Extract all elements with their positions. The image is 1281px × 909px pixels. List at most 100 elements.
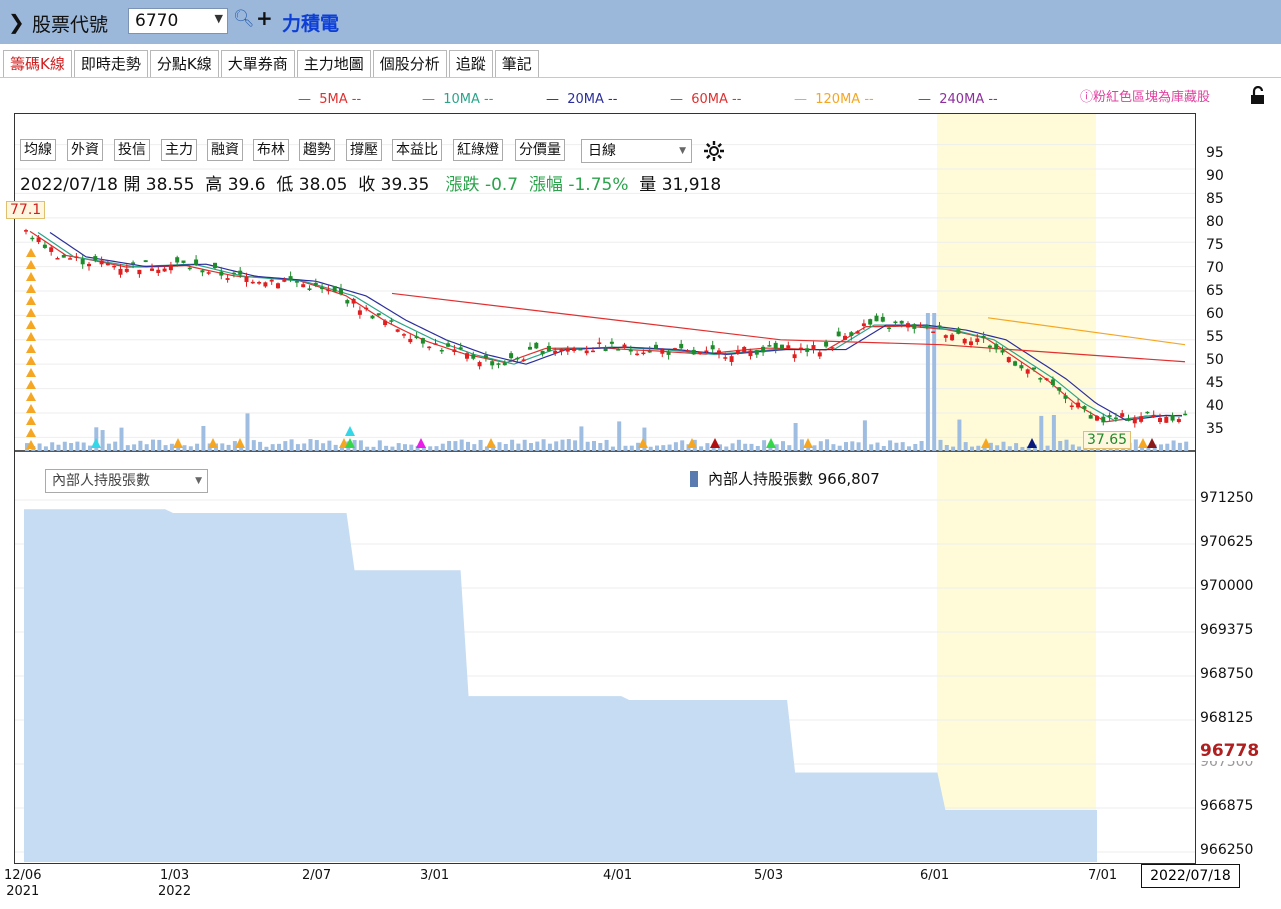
btn-ma[interactable]: 均線 [20,139,56,161]
volume-bar [529,443,533,451]
btn-trend[interactable]: 趨勢 [299,139,335,161]
volume-bar [447,440,452,451]
candle [288,276,293,281]
btn-margin[interactable]: 融資 [207,139,243,161]
candle [496,363,501,365]
treasury-highlight [937,114,1096,862]
volume-bar [75,441,80,451]
volume-bar [466,441,470,451]
volume-bar [736,439,741,451]
volume-bar [81,442,86,451]
candle [824,342,829,347]
btn-bollinger[interactable]: 布林 [253,139,289,161]
candle [1183,413,1188,416]
candle [679,343,684,349]
candle [200,270,205,273]
btn-foreign[interactable]: 外資 [67,139,103,161]
volume-bar [705,443,710,451]
candle [817,352,822,357]
candle [156,269,161,273]
x-tick: 7/01 [1088,868,1118,883]
btn-main[interactable]: 主力 [161,139,197,161]
insider-tick: 970625 [1200,534,1254,550]
candle [1107,415,1112,417]
chart-svg[interactable] [0,0,1281,909]
price-tick: 45 [1206,375,1224,391]
candle [1170,414,1175,421]
candle [1088,415,1093,419]
price-tick: 40 [1206,398,1224,414]
period-select[interactable]: 日線 ▼ [581,139,692,163]
insider-tick: 966250 [1200,842,1254,858]
volume-bar [667,444,672,451]
candle [408,338,413,343]
volume-bar [648,446,653,451]
volume-bar [1177,442,1182,451]
signal-marker [26,344,36,353]
price-tick: 75 [1206,237,1224,253]
candle [1164,417,1169,423]
volume-bar [566,439,571,451]
candle [937,325,942,327]
volume-bar [220,443,225,451]
volume-bar [869,444,874,451]
price-tick: 80 [1206,214,1224,230]
volume-bar [1058,440,1063,451]
price-tick: 60 [1206,306,1224,322]
candle [578,348,583,351]
signal-marker [173,438,183,448]
volume-bar [289,439,294,451]
dropdown-arrow-icon: ▼ [195,476,202,486]
btn-price-volume[interactable]: 分價量 [515,139,565,161]
volume-bar [951,446,956,451]
volume-bar [610,446,615,451]
volume-bar [560,439,565,451]
quote-low: 38.05 [298,175,348,195]
volume-bar [592,440,596,451]
candle [194,259,199,265]
candle [861,323,866,327]
signal-marker [710,438,720,448]
btn-pe[interactable]: 本益比 [392,139,442,161]
volume-bar [270,444,275,451]
candle [717,350,721,354]
candle [458,347,463,350]
candle [528,346,532,350]
candle [61,254,66,258]
volume-bar [264,446,269,451]
btn-traffic-light[interactable]: 紅綠燈 [453,139,503,161]
btn-support[interactable]: 撐壓 [346,139,382,161]
candle [811,345,816,350]
candle [357,310,362,315]
candle [792,354,797,359]
btn-trust[interactable]: 投信 [114,139,150,161]
volume-bar [88,445,92,451]
volume-bar [573,440,578,451]
price-tick: 55 [1206,329,1224,345]
candle [383,320,388,326]
volume-bar [503,443,508,451]
volume-bar [195,443,200,451]
candle [105,263,110,266]
volume-bar [201,425,206,451]
candle [553,350,558,354]
volume-bar [132,444,137,451]
candle [994,344,999,350]
insider-tick: 971250 [1200,490,1254,506]
volume-bar [302,443,307,451]
quote-pct: -1.75% [568,175,629,195]
signal-marker [26,296,36,305]
signal-marker [1147,438,1157,448]
candle [80,258,85,265]
volume-bar [655,445,659,451]
price-tick: 95 [1206,145,1224,161]
candle [773,342,778,349]
candle [1120,413,1125,417]
volume-bar [862,420,867,451]
insider-metric-select[interactable]: 內部人持股張數 ▼ [45,469,208,493]
gear-icon[interactable] [702,139,726,163]
candle [187,267,192,270]
volume-bar [938,439,943,451]
volume-bar [623,445,628,451]
selected-date-box: 2022/07/18 [1141,864,1240,888]
